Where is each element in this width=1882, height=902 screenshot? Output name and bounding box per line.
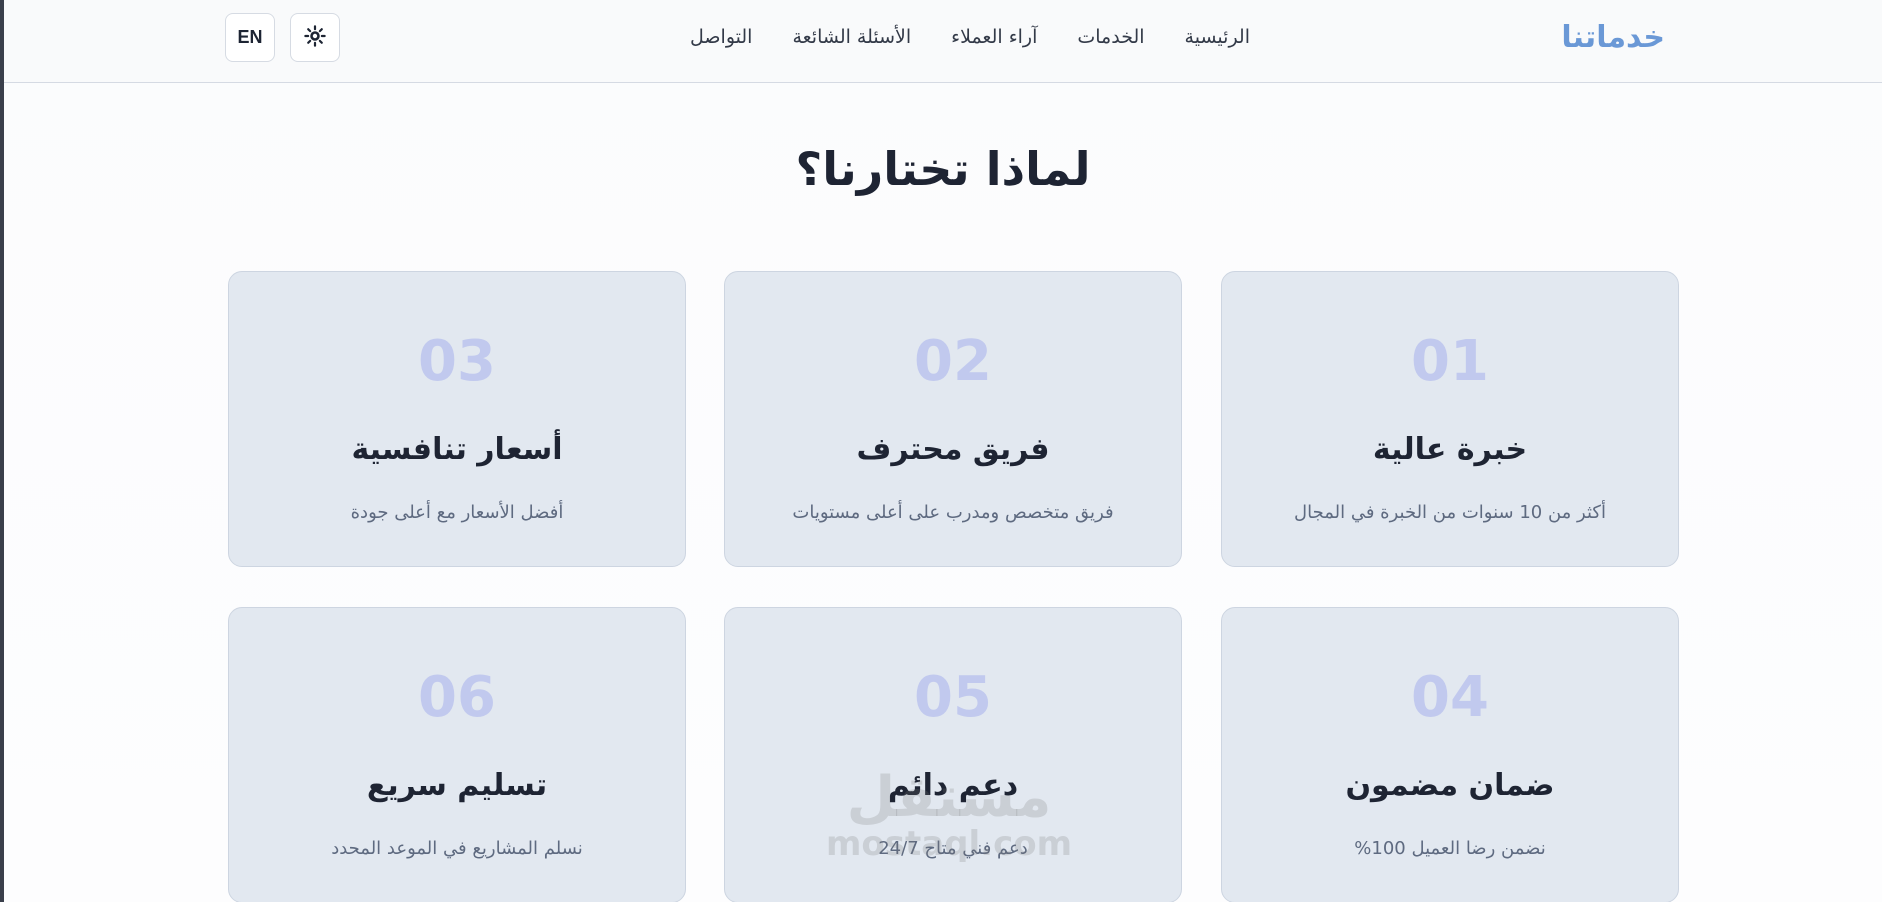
main-nav: الرئيسية الخدمات آراء العملاء الأسئلة ال… [690, 26, 1250, 48]
card-title: ضمان مضمون [1345, 768, 1555, 803]
feature-card: 06 تسليم سريع نسلم المشاريع في الموعد ال… [228, 607, 686, 902]
card-title: خبرة عالية [1372, 432, 1528, 467]
sun-icon [304, 24, 326, 51]
feature-card: 02 فريق محترف فريق متخصص ومدرب على أعلى … [724, 271, 1182, 567]
theme-toggle-button[interactable] [290, 13, 340, 62]
feature-card: 04 ضمان مضمون نضمن رضا العميل 100% [1221, 607, 1679, 902]
language-toggle-button[interactable]: EN [225, 13, 275, 62]
header: خدماتنا الرئيسية الخدمات آراء العملاء ال… [4, 0, 1882, 83]
card-title: تسليم سريع [366, 768, 548, 803]
page: خدماتنا الرئيسية الخدمات آراء العملاء ال… [0, 0, 1882, 902]
section-title: لماذا تختارنا؟ [795, 142, 1091, 196]
logo[interactable]: خدماتنا [1561, 20, 1665, 55]
card-description: نضمن رضا العميل 100% [1354, 838, 1546, 859]
card-number: 05 [914, 665, 992, 730]
card-title: أسعار تنافسية [351, 432, 563, 467]
feature-card: 03 أسعار تنافسية أفضل الأسعار مع أعلى جو… [228, 271, 686, 567]
card-title: فريق محترف [856, 432, 1050, 467]
card-description: فريق متخصص ومدرب على أعلى مستويات [792, 502, 1114, 523]
nav-item-contact[interactable]: التواصل [690, 26, 752, 48]
card-description: أكثر من 10 سنوات من الخبرة في المجال [1294, 502, 1606, 523]
card-number: 01 [1411, 329, 1489, 394]
watermark-arabic: مستقل [846, 765, 1052, 830]
card-number: 06 [418, 665, 496, 730]
card-description: نسلم المشاريع في الموعد المحدد [331, 838, 583, 859]
watermark: مستقل mostaql.com [824, 765, 1074, 864]
watermark-latin: mostaql.com [825, 824, 1073, 864]
nav-item-faq[interactable]: الأسئلة الشائعة [792, 26, 911, 48]
nav-item-home[interactable]: الرئيسية [1185, 26, 1250, 48]
card-description: أفضل الأسعار مع أعلى جودة [350, 502, 564, 523]
nav-item-testimonials[interactable]: آراء العملاء [951, 26, 1037, 48]
card-number: 03 [418, 329, 496, 394]
card-number: 04 [1411, 665, 1489, 730]
card-number: 02 [914, 329, 992, 394]
nav-item-services[interactable]: الخدمات [1077, 26, 1144, 48]
feature-card: 01 خبرة عالية أكثر من 10 سنوات من الخبرة… [1221, 271, 1679, 567]
